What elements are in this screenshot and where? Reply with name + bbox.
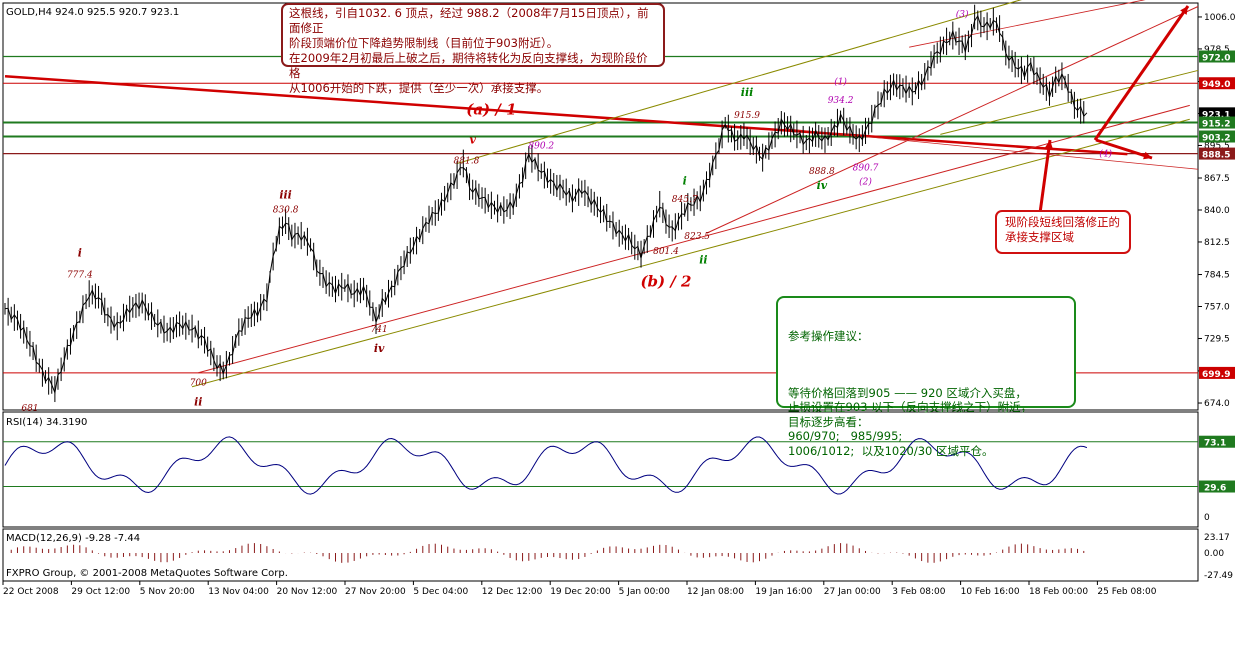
wave-label: 890.7 (853, 163, 879, 173)
macd-tick-label: 23.17 (1204, 533, 1230, 543)
price-box-label: 972.0 (1202, 53, 1230, 63)
wave-label: 888.8 (809, 167, 835, 177)
date-tick-label: 5 Jan 00:00 (619, 587, 671, 597)
copyright-label: FXPRO Group, © 2001-2008 MetaQuotes Soft… (6, 568, 288, 579)
price-box-label: 903.2 (1202, 133, 1230, 143)
wave-label: iii (279, 188, 292, 201)
rsi-zero-label: 0 (1204, 513, 1210, 523)
trade-suggestion-title: 参考操作建议： (788, 329, 869, 343)
price-tick-label: 840.0 (1204, 206, 1230, 216)
price-tick-label: 757.0 (1204, 303, 1230, 313)
wave-label: 681 (21, 404, 38, 414)
macd-tick-label: -27.49 (1204, 571, 1233, 581)
top-annotation-note: 这根线，引自1032. 6 顶点，经过 988.2（2008年7月15日顶点），… (281, 3, 665, 95)
price-tick-label: 784.5 (1204, 271, 1230, 281)
wave-label: v (469, 134, 476, 147)
price-box-label: 699.9 (1202, 370, 1230, 380)
wave-label: (3) (956, 9, 969, 20)
wave-label: ii (699, 253, 707, 266)
wave-label: 915.9 (734, 111, 760, 121)
date-tick-label: 25 Feb 08:00 (1097, 587, 1156, 597)
wave-label: (a) / 1 (466, 101, 516, 119)
wave-label: iv (817, 179, 828, 192)
wave-label: 823.5 (684, 232, 710, 242)
wave-label: 777.4 (67, 270, 93, 280)
wave-label: 1006 (963, 0, 986, 3)
price-box-label: 915.2 (1202, 120, 1230, 130)
date-tick-label: 27 Nov 20:00 (345, 587, 406, 597)
date-tick-label: 10 Feb 16:00 (961, 587, 1020, 597)
price-tick-label: 1006.0 (1204, 13, 1236, 23)
wave-label: 934.2 (828, 96, 854, 106)
wave-label: (2) (859, 176, 872, 187)
wave-label: (4) (1099, 148, 1112, 159)
date-tick-label: 12 Jan 08:00 (687, 587, 744, 597)
wave-label: i (683, 174, 687, 187)
price-box-label: 888.5 (1202, 151, 1230, 161)
date-tick-label: 20 Nov 12:00 (277, 587, 338, 597)
price-tick-label: 812.5 (1204, 238, 1230, 248)
price-tick-label: 674.0 (1204, 399, 1230, 409)
wave-label: 845.7 (672, 195, 698, 205)
date-tick-label: 22 Oct 2008 (3, 587, 59, 597)
date-tick-label: 19 Jan 16:00 (755, 587, 812, 597)
rsi-label: RSI(14) 34.3190 (6, 417, 87, 428)
date-tick-label: 5 Dec 04:00 (413, 587, 468, 597)
wave-label: 801.4 (653, 247, 679, 257)
support-zone-note: 现阶段短线回落修正的 承接支撑区域 (995, 210, 1131, 254)
date-tick-label: 13 Nov 04:00 (208, 587, 269, 597)
wave-label: iii (741, 86, 754, 99)
macd-tick-label: 0.00 (1204, 549, 1224, 559)
wave-label: (1) (834, 76, 847, 87)
price-tick-label: 867.5 (1204, 174, 1230, 184)
date-tick-label: 12 Dec 12:00 (482, 587, 543, 597)
date-tick-label: 27 Jan 00:00 (824, 587, 881, 597)
date-tick-label: 3 Feb 08:00 (892, 587, 946, 597)
symbol-label: GOLD,H4 924.0 925.5 920.7 923.1 (6, 7, 179, 18)
wave-label: ii (194, 395, 202, 408)
macd-label: MACD(12,26,9) -9.28 -7.44 (6, 533, 140, 544)
price-tick-label: 729.5 (1204, 334, 1230, 344)
wave-label: 830.8 (273, 205, 299, 215)
wave-label: 741 (371, 325, 388, 335)
date-tick-label: 29 Oct 12:00 (71, 587, 130, 597)
wave-label: 881.8 (454, 156, 480, 166)
price-box-label: 949.0 (1202, 80, 1230, 90)
wave-label: 890.2 (528, 141, 554, 151)
rsi-level-box-label: 29.6 (1204, 484, 1226, 494)
wave-label: iv (374, 342, 385, 355)
date-tick-label: 19 Dec 20:00 (550, 587, 611, 597)
date-tick-label: 5 Nov 20:00 (140, 587, 195, 597)
wave-label: (b) / 2 (640, 273, 691, 291)
rsi-level-box-label: 73.1 (1204, 439, 1226, 449)
trade-suggestion-note: 参考操作建议： 等待价格回落到905 —— 920 区域介入买盘， 止损设置在9… (776, 296, 1076, 458)
wave-label: 700 (190, 379, 207, 389)
trade-suggestion-body: 等待价格回落到905 —— 920 区域介入买盘， 止损设置在903 以下（反向… (788, 385, 1033, 458)
date-tick-label: 18 Feb 00:00 (1029, 587, 1088, 597)
wave-label: i (78, 247, 82, 260)
